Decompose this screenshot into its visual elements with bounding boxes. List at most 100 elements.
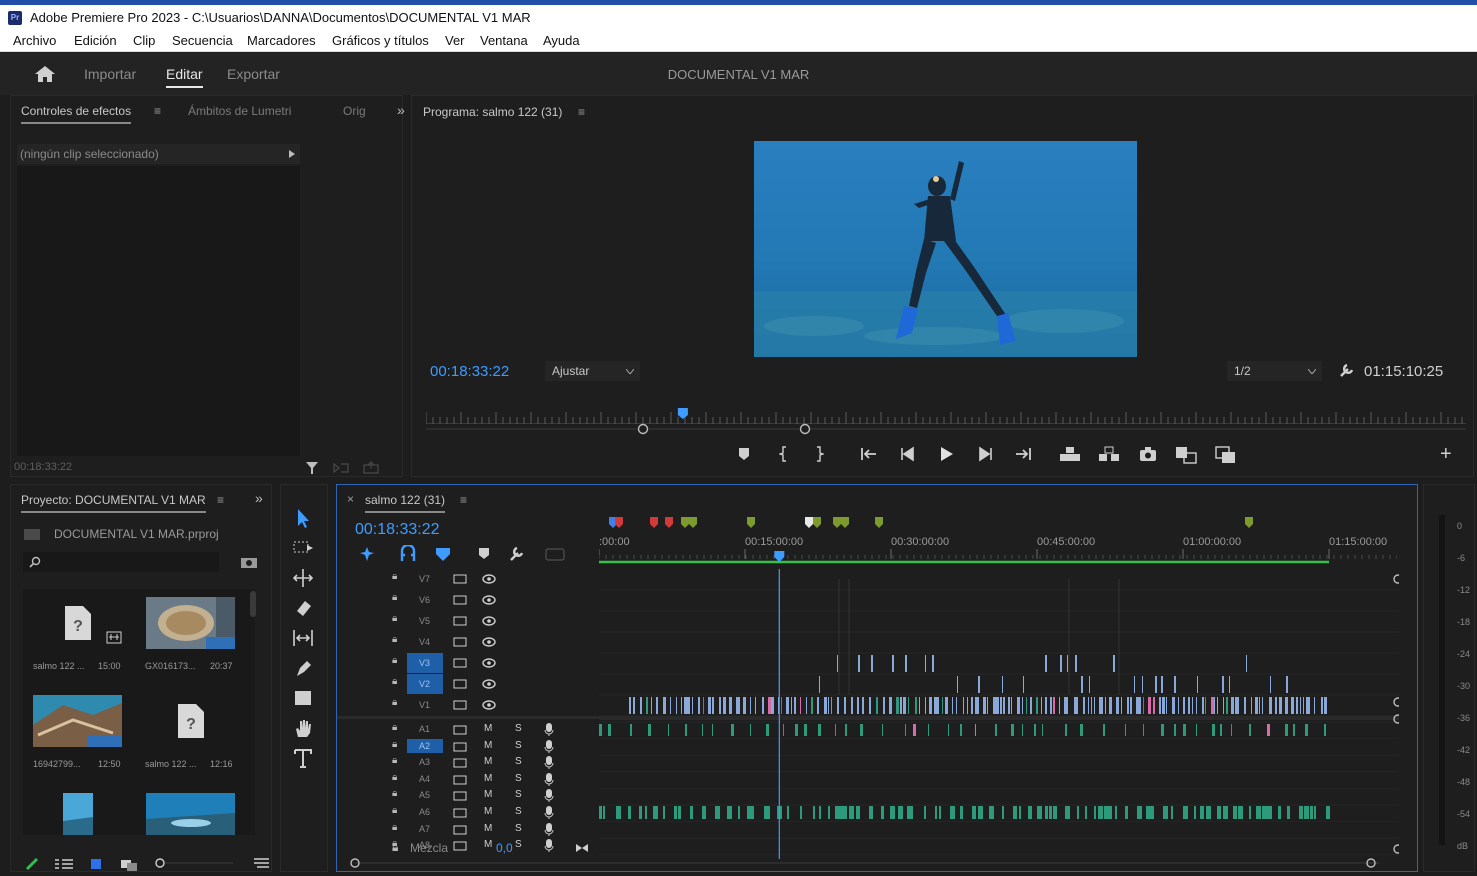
clip-thumbnail[interactable] — [33, 695, 122, 747]
solo-button[interactable]: S — [515, 823, 522, 834]
mute-button[interactable]: M — [484, 723, 492, 734]
sync-lock-icon[interactable] — [453, 775, 467, 785]
solo-button[interactable]: S — [515, 756, 522, 767]
camera-icon[interactable] — [1139, 446, 1157, 462]
resolution-dropdown[interactable]: 1/2 — [1227, 361, 1322, 381]
program-monitor-title[interactable]: Programa: salmo 122 (31) — [423, 105, 562, 119]
timeline-ruler[interactable]: :00:00 00:15:00:00 00:30:00:00 00:45:00:00 0… — [599, 513, 1397, 565]
eye-icon[interactable] — [482, 637, 496, 647]
lock-icon[interactable]: 🔒︎ — [392, 722, 397, 733]
timeline-menu-icon[interactable]: ≡ — [460, 493, 467, 507]
zoom-scrollbar[interactable] — [426, 422, 1466, 436]
menu-edicion[interactable]: Edición — [74, 33, 117, 48]
lock-icon[interactable]: 🔒︎ — [392, 755, 397, 766]
tab-effect-controls[interactable]: Controles de efectos — [21, 104, 132, 124]
fit-dropdown[interactable]: Ajustar — [545, 361, 640, 381]
sync-lock-icon[interactable] — [453, 700, 467, 710]
track-target-v2[interactable]: V2 — [407, 674, 443, 694]
play-icon[interactable] — [938, 446, 954, 462]
menu-secuencia[interactable]: Secuencia — [172, 33, 233, 48]
sync-lock-icon[interactable] — [453, 825, 467, 835]
insert-icon[interactable] — [1175, 446, 1197, 464]
menu-ver[interactable]: Ver — [445, 33, 465, 48]
microphone-icon[interactable] — [544, 822, 554, 837]
sync-lock-icon[interactable] — [453, 616, 467, 626]
clip-thumbnail[interactable] — [63, 793, 93, 835]
track-label[interactable]: A2 — [407, 738, 443, 753]
extract-icon[interactable] — [1098, 446, 1120, 462]
lock-icon[interactable]: 🔒︎ — [392, 822, 397, 833]
timeline-timecode[interactable]: 00:18:33:22 — [355, 521, 440, 539]
slip-tool-icon[interactable] — [291, 627, 315, 649]
program-video-frame[interactable] — [754, 141, 1137, 357]
menu-ayuda[interactable]: Ayuda — [543, 33, 580, 48]
timeline-tracks[interactable] — [599, 569, 1399, 859]
new-search-bin-icon[interactable] — [240, 555, 258, 569]
sync-lock-icon[interactable] — [453, 791, 467, 801]
filter-icon[interactable] — [305, 461, 319, 475]
lock-icon[interactable]: 🔒︎ — [392, 805, 397, 816]
microphone-icon[interactable] — [544, 755, 554, 770]
program-menu-icon[interactable]: ≡ — [578, 105, 585, 119]
lock-icon[interactable]: 🔒︎ — [392, 634, 397, 645]
track-target-v3[interactable]: V3 — [407, 653, 443, 673]
project-overflow-icon[interactable]: » — [255, 490, 263, 506]
solo-button[interactable]: S — [515, 806, 522, 817]
track-label[interactable]: A7 — [419, 824, 430, 834]
solo-button[interactable]: S — [515, 723, 522, 734]
track-label[interactable]: A5 — [419, 790, 430, 800]
mix-volume-value[interactable]: 0,0 — [496, 841, 513, 855]
tab-source[interactable]: Orig — [343, 104, 366, 118]
rectangle-tool-icon[interactable] — [291, 687, 315, 709]
project-scrollbar[interactable] — [250, 591, 256, 617]
lock-icon[interactable]: 🔒︎ — [392, 676, 397, 687]
tab-importar[interactable]: Importar — [84, 66, 136, 82]
menu-marcadores[interactable]: Marcadores — [247, 33, 316, 48]
mute-button[interactable]: M — [484, 756, 492, 767]
tab-lumetri-scopes[interactable]: Ámbitos de Lumetri — [188, 104, 291, 118]
sync-lock-icon[interactable] — [453, 574, 467, 584]
track-label[interactable]: A3 — [419, 757, 430, 767]
mute-button[interactable]: M — [484, 806, 492, 817]
microphone-icon[interactable] — [544, 772, 554, 787]
track-label[interactable]: V5 — [419, 616, 430, 626]
solo-button[interactable]: S — [515, 773, 522, 784]
lock-icon[interactable]: 🔒︎ — [392, 655, 397, 666]
track-divider[interactable] — [337, 716, 599, 719]
lock-icon[interactable]: 🔒︎ — [392, 772, 397, 783]
lock-icon[interactable]: 🔒︎ — [392, 592, 397, 603]
track-label[interactable]: V1 — [419, 700, 430, 710]
menu-ventana[interactable]: Ventana — [480, 33, 528, 48]
lock-icon[interactable]: 🔒︎ — [392, 697, 397, 708]
search-input[interactable] — [23, 552, 219, 572]
microphone-icon[interactable] — [544, 788, 554, 803]
selection-tool-icon[interactable] — [291, 507, 315, 529]
timeline-zoom-scrollbar[interactable] — [349, 857, 1399, 869]
play-only-audio-icon[interactable] — [333, 462, 349, 474]
hand-icon[interactable] — [291, 717, 315, 739]
track-label[interactable]: A4 — [419, 774, 430, 784]
home-icon[interactable] — [34, 65, 56, 83]
solo-button[interactable]: S — [515, 740, 522, 751]
overwrite-icon[interactable] — [1215, 446, 1237, 464]
track-label[interactable]: V4 — [419, 637, 430, 647]
panel-menu-icon[interactable]: ≡ — [154, 104, 161, 118]
track-label[interactable]: V7 — [419, 574, 430, 584]
unknown-file-icon[interactable]: ? — [63, 605, 93, 641]
microphone-icon[interactable] — [544, 805, 554, 820]
wrench-icon[interactable] — [1338, 363, 1354, 379]
eye-icon[interactable] — [482, 700, 496, 710]
sync-lock-icon[interactable] — [453, 725, 467, 735]
lock-icon[interactable]: 🔒︎ — [392, 788, 397, 799]
mute-button[interactable]: M — [484, 789, 492, 800]
clip-thumbnail[interactable] — [146, 793, 235, 835]
sync-lock-icon[interactable] — [453, 758, 467, 768]
eye-icon[interactable] — [482, 658, 496, 668]
go-to-out-icon[interactable] — [1014, 446, 1032, 462]
menu-clip[interactable]: Clip — [133, 33, 155, 48]
unknown-file-icon[interactable]: ? — [176, 703, 206, 739]
track-label[interactable]: V6 — [419, 595, 430, 605]
add-button-icon[interactable]: + — [1440, 443, 1452, 466]
expand-arrow-icon[interactable] — [289, 150, 295, 158]
menu-archivo[interactable]: Archivo — [13, 33, 56, 48]
